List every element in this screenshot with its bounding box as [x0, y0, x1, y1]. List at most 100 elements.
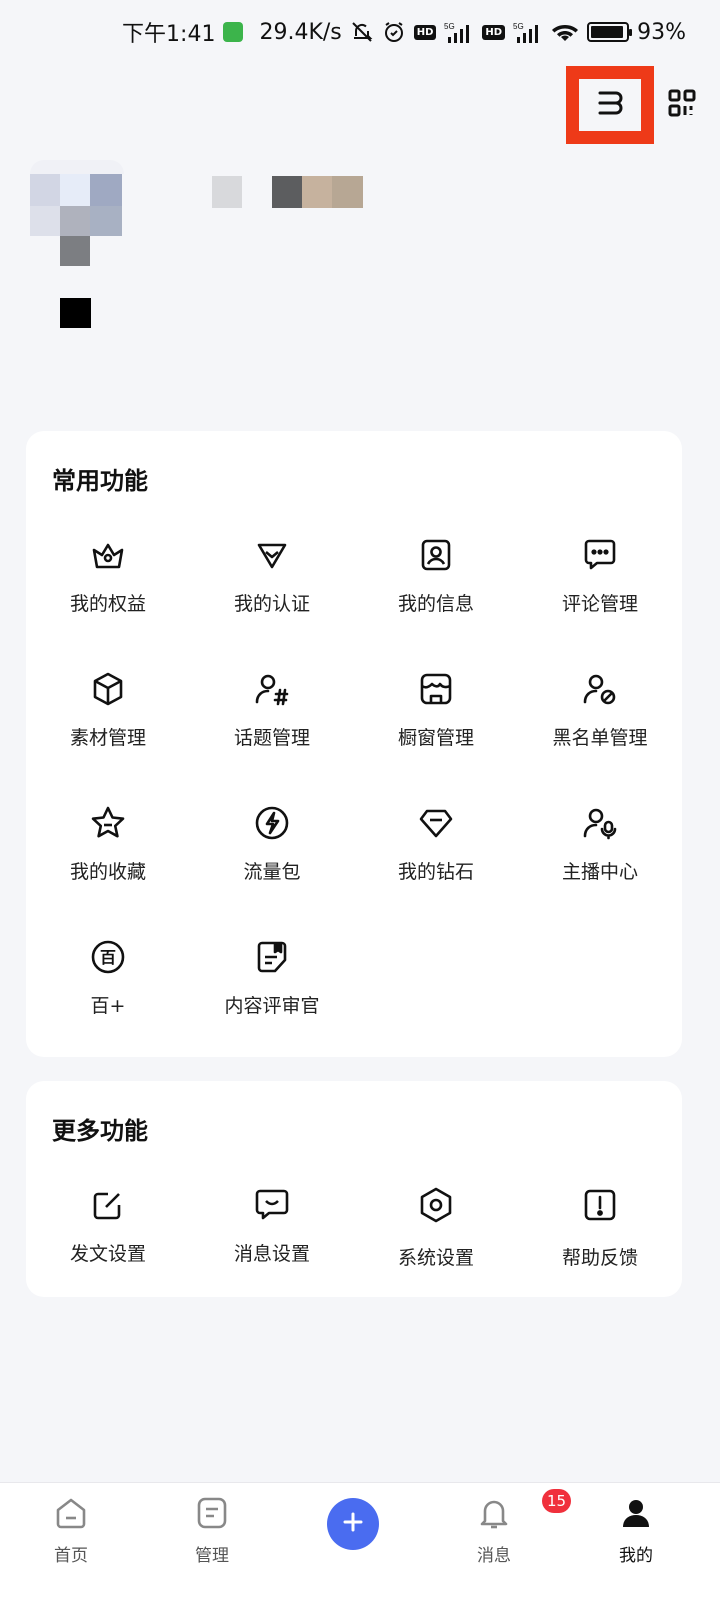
- battery-icon: [587, 22, 633, 42]
- manage-icon: [194, 1495, 230, 1535]
- grid-item-traffic[interactable]: 流量包: [190, 803, 354, 884]
- grid-item-info[interactable]: 我的信息: [354, 535, 518, 616]
- cube-icon: [88, 669, 128, 709]
- signal-icon-2: 5G: [513, 21, 543, 43]
- grid-item-bai-plus[interactable]: 百 百+: [26, 937, 190, 1018]
- alarm-icon: [382, 20, 406, 44]
- grid-item-system-settings[interactable]: 系统设置: [354, 1185, 518, 1270]
- profile-card-icon: [416, 535, 456, 575]
- app-notification-icon: [223, 22, 244, 42]
- topic-icon: [252, 669, 292, 709]
- more-functions-card: 更多功能 发文设置 消息设置 系统设置 帮助反馈: [26, 1081, 682, 1297]
- message-icon: [252, 1185, 292, 1225]
- hd-badge-2: HD: [482, 24, 506, 40]
- grid-item-label: 橱窗管理: [397, 727, 474, 749]
- grid-item-reviewer[interactable]: 内容评审官: [190, 937, 354, 1018]
- grid-item-label: 我的钻石: [397, 861, 474, 883]
- user-icon: [618, 1495, 654, 1535]
- status-net-speed: 29.4K/s: [259, 19, 342, 45]
- bell-icon: 15: [476, 1489, 572, 1535]
- help-icon: [580, 1185, 620, 1225]
- mute-icon: [350, 20, 374, 44]
- grid-item-label: 黑名单管理: [552, 727, 648, 749]
- qr-code-icon: [667, 88, 697, 122]
- notification-badge: 15: [542, 1489, 572, 1513]
- username-blur-4: [332, 176, 363, 208]
- grid-item-label: 评论管理: [561, 593, 638, 615]
- signal-icon: 5G: [444, 21, 474, 43]
- svg-text:5G: 5G: [444, 22, 455, 31]
- nav-item-messages[interactable]: 15 消息: [434, 1489, 572, 1566]
- status-time: 下午1:41: [122, 22, 216, 47]
- grid-item-label: 我的权益: [69, 593, 146, 615]
- diamond-icon: [416, 803, 456, 843]
- comment-icon: [580, 535, 620, 575]
- username-blur: [212, 176, 242, 208]
- grid-item-materials[interactable]: 素材管理: [26, 669, 190, 750]
- home-icon: [53, 1495, 89, 1535]
- username-blur-3: [302, 176, 332, 208]
- grid-item-help[interactable]: 帮助反馈: [518, 1185, 682, 1270]
- edit-icon: [88, 1185, 128, 1225]
- common-functions-card: 常用功能 我的权益 我的认证 我的信息 评论管理 素材管理 话题管理 橱窗管理 …: [26, 431, 682, 1057]
- grid-item-diamonds[interactable]: 我的钻石: [354, 803, 518, 884]
- bai-icon: 百: [88, 937, 128, 977]
- grid-item-label: 流量包: [243, 861, 301, 883]
- grid-item-label: 消息设置: [233, 1243, 310, 1265]
- wifi-icon: [551, 21, 579, 43]
- toggle-icon: [595, 89, 625, 121]
- grid-item-blacklist[interactable]: 黑名单管理: [518, 669, 682, 750]
- grid-item-label: 系统设置: [397, 1247, 474, 1269]
- more-functions-title: 更多功能: [52, 1117, 148, 1145]
- shop-icon: [416, 669, 456, 709]
- qr-code-button[interactable]: [662, 85, 702, 125]
- grid-item-verify[interactable]: 我的认证: [190, 535, 354, 616]
- grid-item-label: 百+: [90, 995, 126, 1017]
- grid-item-rights[interactable]: 我的权益: [26, 535, 190, 616]
- nav-label: 消息: [477, 1546, 511, 1566]
- svg-text:百: 百: [100, 948, 116, 967]
- grid-item-streamer[interactable]: 主播中心: [518, 803, 682, 884]
- verify-icon: [252, 535, 292, 575]
- username-blur-2: [272, 176, 302, 208]
- highlight-box: [566, 66, 654, 144]
- grid-item-label: 素材管理: [69, 727, 146, 749]
- grid-item-label: 我的收藏: [69, 861, 146, 883]
- status-bar: 下午1:41 29.4K/s HD 5G HD 5G 93%: [0, 0, 720, 64]
- star-icon: [88, 803, 128, 843]
- grid-item-label: 帮助反馈: [561, 1247, 638, 1269]
- nav-item-manage[interactable]: 管理: [152, 1495, 272, 1566]
- crown-icon: [88, 535, 128, 575]
- lightning-icon: [252, 803, 292, 843]
- common-functions-title: 常用功能: [52, 467, 148, 495]
- grid-item-favorites[interactable]: 我的收藏: [26, 803, 190, 884]
- grid-item-comments[interactable]: 评论管理: [518, 535, 682, 616]
- toggle-button[interactable]: [579, 79, 641, 131]
- grid-item-label: 内容评审官: [224, 995, 320, 1017]
- grid-item-label: 我的认证: [233, 593, 310, 615]
- bottom-nav: 首页 管理 15 消息 我的: [0, 1482, 720, 1600]
- nav-label: 我的: [619, 1546, 653, 1566]
- grid-item-topics[interactable]: 话题管理: [190, 669, 354, 750]
- settings-icon: [416, 1185, 456, 1225]
- nav-label: 管理: [195, 1546, 229, 1566]
- review-icon: [252, 937, 292, 977]
- battery-percent: 93%: [637, 19, 686, 45]
- grid-item-label: 发文设置: [69, 1243, 146, 1265]
- grid-item-message-settings[interactable]: 消息设置: [190, 1185, 354, 1266]
- grid-item-post-settings[interactable]: 发文设置: [26, 1185, 190, 1266]
- avatar[interactable]: [30, 160, 124, 270]
- publish-button[interactable]: [327, 1498, 379, 1550]
- grid-item-label: 我的信息: [397, 593, 474, 615]
- grid-item-label: 主播中心: [561, 861, 638, 883]
- profile-tag-blur: [60, 298, 91, 328]
- block-user-icon: [580, 669, 620, 709]
- plus-icon: [342, 1511, 364, 1537]
- grid-item-showcase[interactable]: 橱窗管理: [354, 669, 518, 750]
- top-actions: [566, 66, 702, 144]
- svg-text:5G: 5G: [513, 22, 524, 31]
- nav-item-home[interactable]: 首页: [11, 1495, 131, 1566]
- streamer-icon: [580, 803, 620, 843]
- grid-item-label: 话题管理: [233, 727, 310, 749]
- nav-item-mine[interactable]: 我的: [576, 1495, 696, 1566]
